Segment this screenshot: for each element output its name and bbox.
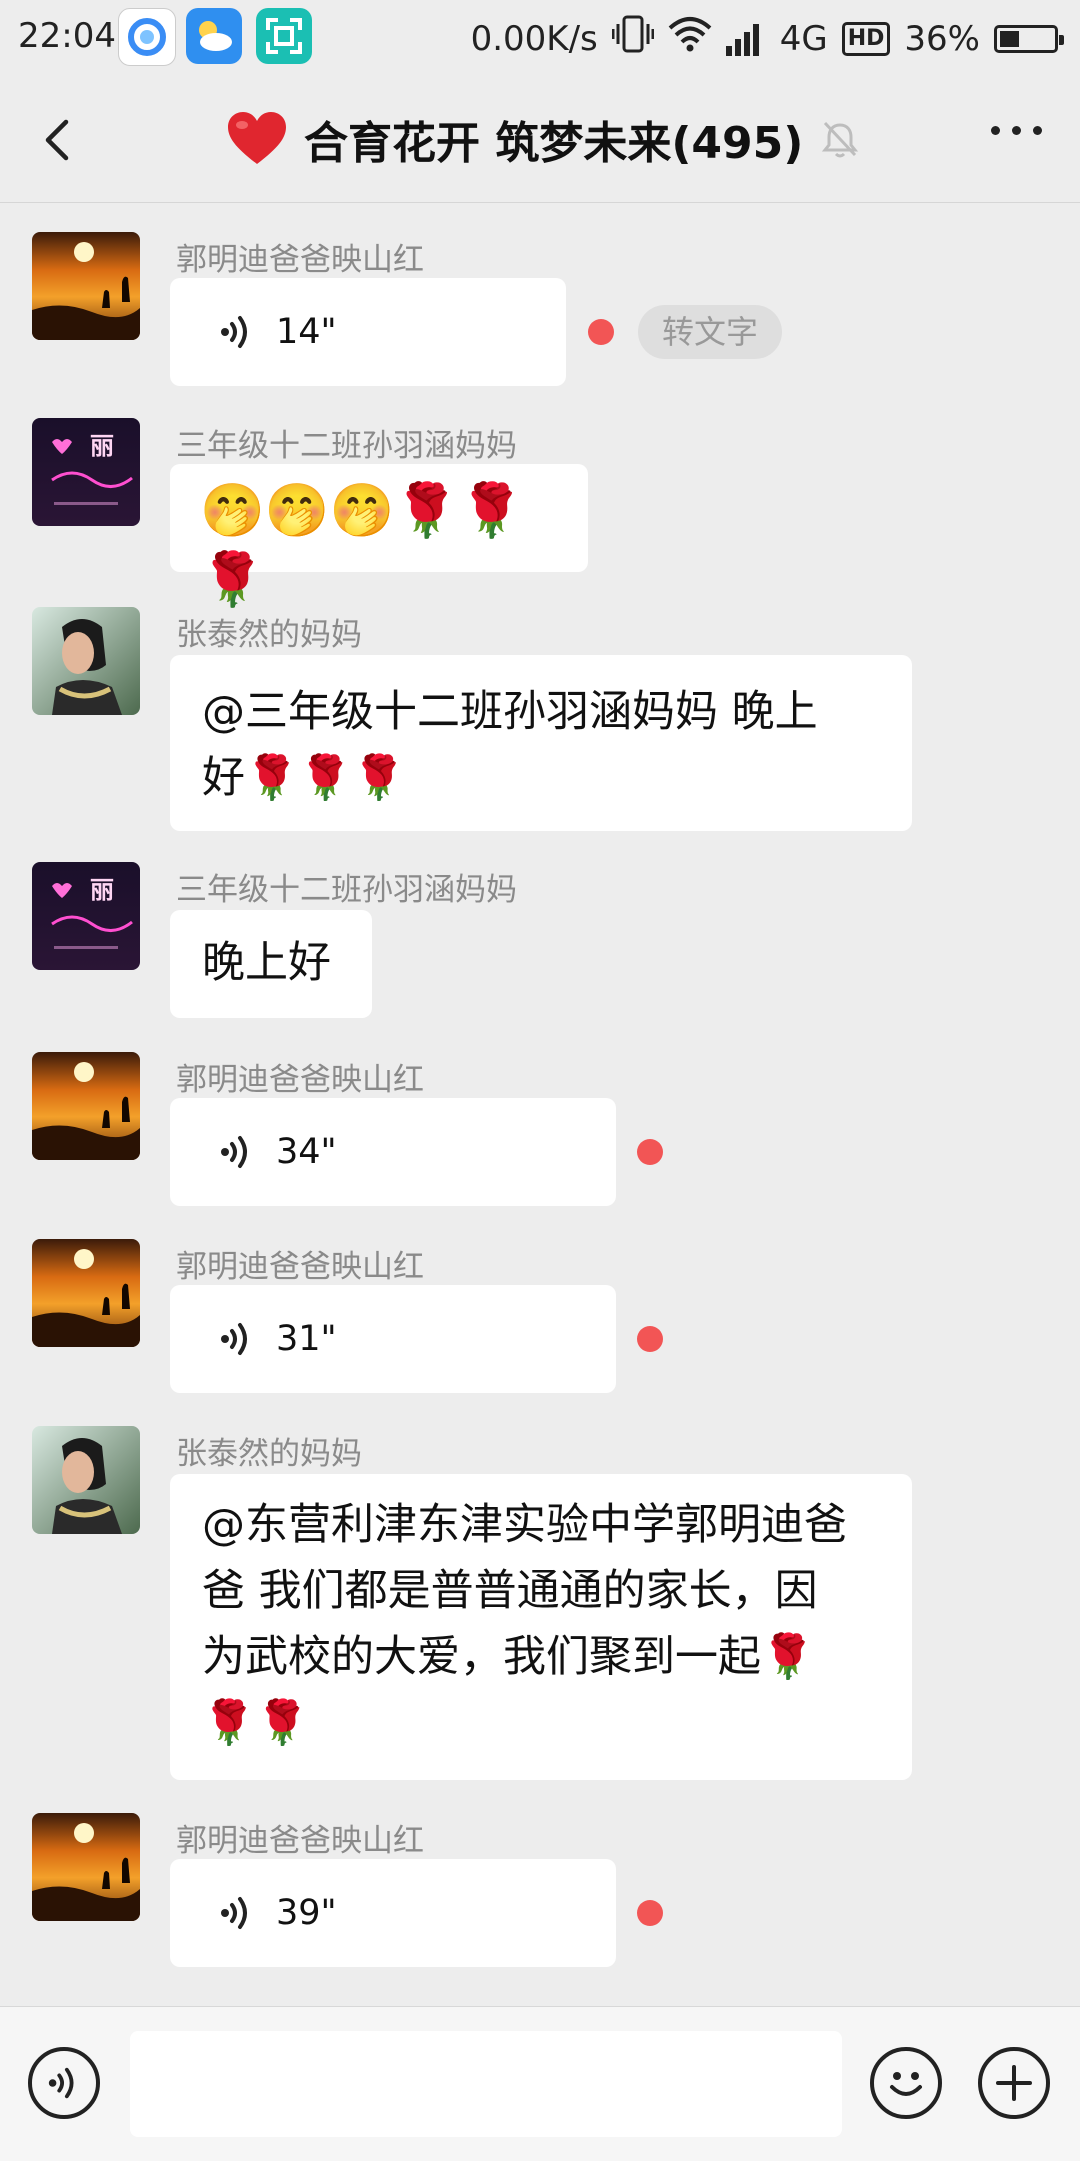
chat-header: 合育花开 筑梦未来(495) (0, 76, 1080, 203)
scan-app-icon (256, 8, 312, 64)
text-message-bubble[interactable]: 🤭🤭🤭🌹🌹🌹 (170, 464, 588, 610)
unread-dot (637, 1900, 663, 1926)
voice-duration: 14" (276, 312, 337, 352)
message-input[interactable] (130, 2031, 842, 2137)
avatar[interactable]: 丽 (32, 862, 140, 970)
plus-icon (996, 2065, 1032, 2101)
battery-percent: 36% (904, 18, 980, 59)
unread-dot (588, 319, 614, 345)
network-type: 4G (779, 18, 828, 59)
input-bar (0, 2006, 1080, 2161)
message-text-line: 🌹🌹 (202, 1698, 310, 1748)
message-text-line: 好🌹🌹🌹 (202, 753, 406, 803)
text-message-bubble[interactable]: @东营利津东津实验中学郭明迪爸 爸 我们都是普普通通的家长，因 为武校的大爱，我… (170, 1474, 912, 1780)
emoji-button[interactable] (870, 2047, 942, 2119)
status-bar: 22:04 0.00K/s 4G HD 36% (0, 0, 1080, 76)
weather-app-icon (186, 8, 242, 64)
text-message-bubble[interactable]: @三年级十二班孙羽涵妈妈 晚上 好🌹🌹🌹 (170, 655, 912, 831)
wifi-icon (668, 16, 712, 61)
back-icon (45, 119, 69, 161)
unread-dot (637, 1326, 663, 1352)
message-text-line: 爸 我们都是普普通通的家长，因 (202, 1566, 818, 1616)
voice-wave-icon (221, 1136, 247, 1168)
voice-input-button[interactable] (28, 2047, 100, 2119)
sender-name: 三年级十二班孙羽涵妈妈 (176, 428, 517, 464)
sender-name: 郭明迪爸爸映山红 (176, 1249, 424, 1285)
mute-bell-icon (822, 121, 859, 158)
sender-name: 郭明迪爸爸映山红 (176, 1062, 424, 1098)
unread-dot (637, 1139, 663, 1165)
back-button[interactable] (30, 108, 90, 172)
text-message-bubble[interactable]: 晚上好 (170, 910, 372, 1018)
svg-text:丽: 丽 (90, 432, 114, 460)
voice-input-icon (48, 2067, 74, 2099)
network-speed: 0.00K/s (470, 18, 598, 59)
avatar[interactable] (32, 1239, 140, 1347)
sender-name: 三年级十二班孙羽涵妈妈 (176, 872, 517, 908)
vibrate-icon (611, 14, 655, 63)
voice-wave-icon (221, 1897, 247, 1929)
plus-button[interactable] (978, 2047, 1050, 2119)
avatar[interactable] (32, 607, 140, 715)
heart-icon (228, 112, 286, 164)
sender-name: 张泰然的妈妈 (176, 1436, 362, 1472)
avatar[interactable] (32, 1426, 140, 1534)
sender-name: 郭明迪爸爸映山红 (176, 242, 424, 278)
avatar[interactable]: 丽 (32, 418, 140, 526)
more-icon (991, 126, 1000, 135)
voice-duration: 31" (276, 1319, 337, 1359)
convert-to-text-button[interactable]: 转文字 (638, 305, 783, 359)
voice-message-bubble[interactable]: 31" (170, 1285, 616, 1393)
avatar[interactable] (32, 232, 140, 340)
chat-title[interactable]: 合育花开 筑梦未来(495) (228, 106, 859, 172)
status-time: 22:04 (18, 16, 116, 56)
voice-duration: 39" (276, 1893, 337, 1933)
avatar[interactable] (32, 1052, 140, 1160)
voice-message-bubble[interactable]: 14" (170, 278, 566, 386)
voice-duration: 34" (276, 1132, 337, 1172)
voice-message-bubble[interactable]: 34" (170, 1098, 616, 1206)
sender-name: 郭明迪爸爸映山红 (176, 1823, 424, 1859)
message-text-line: @三年级十二班孙羽涵妈妈 晚上 (202, 687, 818, 737)
sender-name: 张泰然的妈妈 (176, 617, 362, 653)
avatar[interactable] (32, 1813, 140, 1921)
emoji-icon (890, 2072, 922, 2096)
more-button[interactable] (991, 126, 1042, 135)
message-text-line: 为武校的大爱，我们聚到一起🌹 (202, 1632, 815, 1682)
signal-icon (725, 22, 766, 56)
voice-wave-icon (221, 316, 247, 348)
message-text: 晚上好 (202, 938, 331, 988)
message-text: 🤭🤭🤭🌹🌹🌹 (200, 481, 524, 610)
message-text-line: @东营利津东津实验中学郭明迪爸 (202, 1500, 847, 1550)
svg-text:丽: 丽 (90, 876, 114, 904)
voice-wave-icon (221, 1323, 247, 1355)
battery-icon (994, 24, 1064, 53)
hd-badge: HD (841, 21, 891, 56)
browser-app-icon (118, 8, 176, 66)
page-title: 合育花开 筑梦未来(495) (304, 118, 804, 169)
voice-message-bubble[interactable]: 39" (170, 1859, 616, 1967)
status-indicators: 0.00K/s 4G HD 36% (470, 14, 1064, 63)
